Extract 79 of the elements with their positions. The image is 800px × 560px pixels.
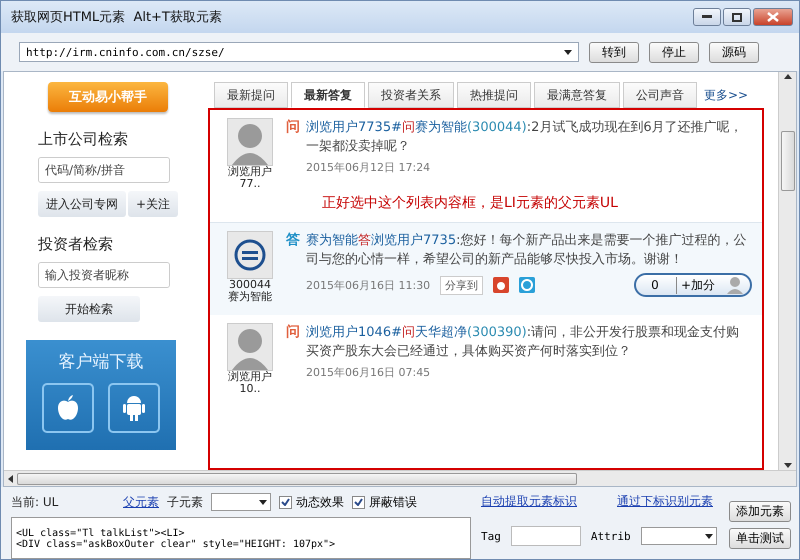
search-field[interactable]: 输入投资者昵称: [38, 262, 170, 288]
tab[interactable]: 公司声音: [623, 82, 697, 108]
question-text: 浏览用户1046#问天华超净(300390):请问，非公开发行股票和现金支付购买资产股东大会已经通过，具体购买资产何时落实到位？: [306, 324, 740, 361]
tab[interactable]: 热推提问: [457, 82, 531, 108]
answer-text: 赛为智能答浏览用户7735:您好！每个新产品出来是需要一个推广过程的，公司与您的心情一样，希望公司的新产品能够尽快投入市场。谢谢！: [306, 232, 748, 269]
search-button[interactable]: 开始检索: [38, 296, 140, 322]
tab[interactable]: 最新答复: [291, 82, 365, 108]
caret-icon: [704, 534, 713, 538]
checkbox[interactable]: [279, 496, 292, 508]
toolbar-button[interactable]: 停止: [649, 42, 699, 62]
maximize-button[interactable]: [723, 8, 751, 26]
avatar-caption: 浏览用户 10..: [228, 371, 272, 395]
logo-icon: [233, 238, 267, 272]
field-label: Tag: [481, 530, 501, 542]
option-checkbox[interactable]: 动态效果: [279, 494, 344, 510]
scroll-left-icon[interactable]: [8, 474, 13, 482]
scroll-down-icon[interactable]: [784, 463, 792, 468]
tab[interactable]: 投资者关系: [368, 82, 454, 108]
sidebar-button[interactable]: +关注: [128, 191, 178, 217]
minimize-icon: [702, 15, 712, 19]
action-link[interactable]: 通过下标识别元素: [617, 493, 713, 510]
action-button[interactable]: 添加元素: [729, 501, 791, 522]
banner-title: 客户端下载: [58, 351, 144, 373]
section-heading: 投资者检索: [38, 235, 114, 254]
checkbox-label: 屏蔽错误: [369, 494, 417, 510]
tab[interactable]: 最满意答复: [534, 82, 620, 108]
horizontal-scrollbar[interactable]: [4, 470, 796, 486]
person-silhouette-icon: [727, 276, 744, 294]
option-checkbox[interactable]: 屏蔽错误: [352, 494, 417, 510]
source-line: <UL class="Tl talkList"><LI>: [16, 528, 186, 539]
checkbox[interactable]: [352, 496, 365, 508]
android-logo-icon[interactable]: [108, 383, 160, 433]
share-button[interactable]: 分享到: [440, 276, 484, 294]
question-label: 问: [286, 118, 300, 136]
attrib-dropdown[interactable]: [640, 527, 717, 545]
post-time: 2015年06月12日 17:24: [306, 160, 430, 175]
window-title: 获取网页HTML元素 Alt+T获取元素: [11, 9, 222, 26]
source-text-area[interactable]: <UL class="Tl talkList"><LI> <DIV class="askBoxOuter clear" style="HEIGHT: 107px">: [11, 517, 471, 559]
avatar-caption: 300044 赛为智能: [228, 279, 272, 303]
question-label: 问: [286, 323, 300, 341]
scrollbar-thumb[interactable]: [780, 131, 794, 191]
child-element-label: 子元素: [167, 494, 203, 510]
share-icon[interactable]: [493, 277, 510, 293]
close-button[interactable]: [753, 8, 793, 26]
score-count: 0: [650, 278, 660, 292]
section-heading: 上市公司检索: [38, 130, 129, 149]
caret-icon: [259, 500, 267, 504]
source-line: <DIV class="askBoxOuter clear" style="HEIGHT: 107px">: [16, 539, 336, 550]
post-time: 2015年06月16日 11:30: [306, 278, 430, 292]
apple-logo-icon[interactable]: [42, 383, 94, 433]
url-field[interactable]: http://irm.cninfo.com.cn/szse/: [19, 42, 579, 62]
current-element-label: 当前: UL: [11, 494, 60, 510]
action-link[interactable]: 自动提取元素标识: [481, 493, 577, 510]
field-label: Attrib: [590, 530, 631, 542]
checkbox-label: 动态效果: [296, 494, 344, 510]
toolbar-button[interactable]: 转到: [589, 42, 639, 62]
answer-label: 答: [286, 231, 300, 249]
minimize-button[interactable]: [693, 8, 721, 26]
share-icon[interactable]: [519, 277, 536, 293]
toolbar-button[interactable]: 源码: [709, 42, 759, 62]
vertical-scrollbar[interactable]: [778, 72, 796, 470]
parent-element-link[interactable]: 父元素: [123, 494, 159, 510]
scrollbar-thumb[interactable]: [17, 472, 577, 484]
search-field[interactable]: 代码/简称/拼音: [38, 157, 170, 183]
scroll-up-icon[interactable]: [784, 74, 792, 79]
post-time: 2015年06月16日 07:45: [306, 365, 430, 380]
more-link[interactable]: 更多>>: [704, 86, 748, 104]
annotation-text: 正好选中这个列表内容框，是LI元素的父元素UL: [321, 194, 619, 213]
question-text: 浏览用户7735#问赛为智能(300044):2月试飞成功现在到6月了还推广呢，一架都没卖掉呢？: [306, 119, 744, 156]
add-score-button[interactable]: +加分: [676, 276, 720, 294]
caret-icon: [564, 50, 572, 54]
avatar-caption: 浏览用户 77..: [228, 166, 272, 190]
tag-field[interactable]: [510, 526, 581, 546]
close-icon: [767, 12, 779, 22]
action-button[interactable]: 单击测试: [729, 528, 791, 549]
child-element-dropdown[interactable]: [211, 493, 271, 511]
maximize-icon: [732, 12, 742, 22]
sidebar-button[interactable]: 进入公司专网: [38, 191, 126, 217]
tab[interactable]: 最新提问: [214, 82, 288, 108]
